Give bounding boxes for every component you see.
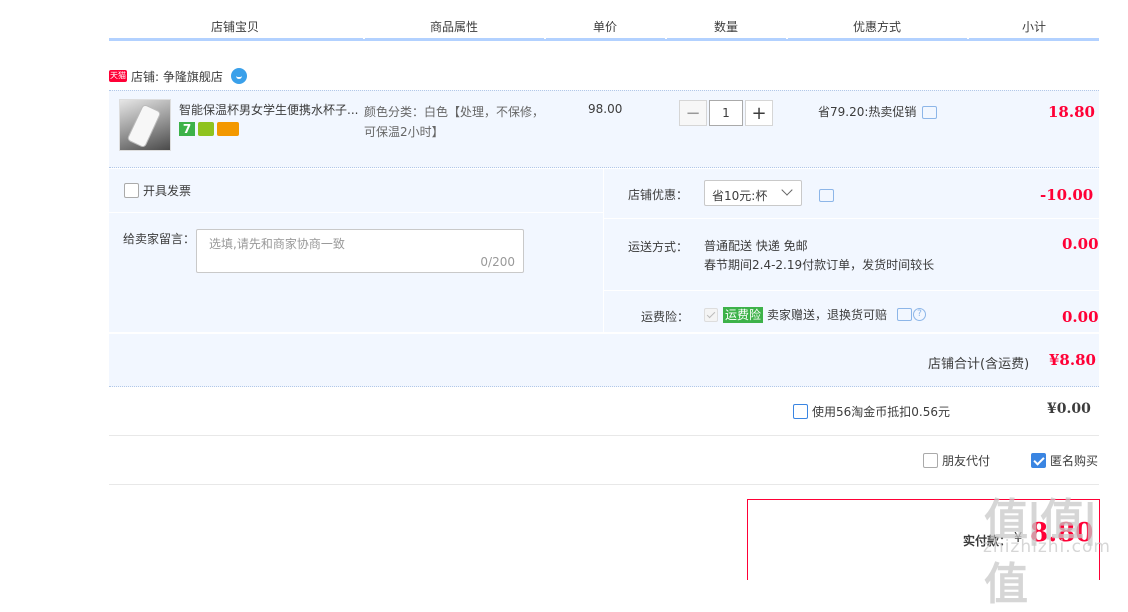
promo-info: 省79.20:热卖促销 [818,103,938,120]
divider [604,290,1099,291]
coin-label: 使用56淘金币抵扣0.56元 [812,405,950,419]
quantity-input[interactable]: 1 [709,100,743,126]
shipping-method: 普通配送 快递 免邮 [704,239,808,253]
coin-value: ¥0.00 [1047,401,1091,417]
divider [109,435,1099,436]
shipping-fee: 0.00 [1062,235,1099,253]
chevron-down-icon [781,184,793,196]
message-icon[interactable] [897,308,913,321]
message-icon[interactable] [922,106,938,119]
shop-discount-amount: -10.00 [1040,186,1094,204]
shipping-label: 运送方式： [628,240,689,254]
header-col-item: 店铺宝贝 [211,20,260,34]
shipping-note: 春节期间2.4-2.19付款订单，发货时间较长 [704,258,935,272]
insurance-option: 运费险 卖家赠送，退换货可赔 ? [704,306,927,323]
anonymous-option[interactable]: 匿名购买 [1031,452,1098,469]
qty-plus-button[interactable]: + [745,100,773,126]
divider [109,212,603,213]
help-icon[interactable]: ? [913,308,927,321]
header-col-attr: 商品属性 [430,20,479,34]
shop-discount-select[interactable]: 省10元:杯 [704,180,802,206]
coin-deduction-option[interactable]: 使用56淘金币抵扣0.56元 [793,403,950,420]
message-label: 给卖家留言： [123,232,196,246]
message-textarea[interactable]: 选填,请先和商家协商一致 0/200 [196,229,524,273]
product-title[interactable]: 智能保温杯男女学生便携水杯子... [179,101,359,118]
header-col-price: 单价 [593,20,618,34]
divider [109,484,1099,485]
insurance-label: 运费险： [641,310,690,324]
header-separator [363,36,365,39]
header-separator [967,36,969,39]
product-attributes: 颜色分类：白色【处理，不保修， 可保温2小时】 [364,102,544,142]
product-badges: 7 [179,121,242,137]
insurance-text: 卖家赠送，退换货可赔 [767,308,888,322]
attr-line: 颜色分类：白色【处理，不保修， [364,105,545,119]
header-separator [665,36,667,39]
qty-minus-button[interactable]: − [679,100,707,126]
attr-line: 可保温2小时】 [364,125,444,139]
shop-total-value: ¥8.80 [1049,351,1096,369]
shop-name[interactable]: 店铺: 争隆旗舰店 [131,68,223,85]
coin-checkbox[interactable] [793,404,808,419]
bottle-image [126,103,162,149]
anonymous-checkbox[interactable] [1031,453,1046,468]
promo-text: 省79.20:热卖促销 [818,105,917,119]
item-subtotal: 18.80 [1048,103,1095,121]
product-thumbnail[interactable] [119,99,171,151]
insurance-fee: 0.00 [1062,308,1099,326]
invoice-checkbox[interactable] [124,183,139,198]
check-icon [706,309,716,318]
friend-pay-option[interactable]: 朋友代付 [923,452,990,469]
insurance-checkbox [704,307,718,322]
shop-discount-label: 店铺优惠： [628,188,689,202]
header-col-promo: 优惠方式 [853,20,902,34]
invoice-label: 开具发票 [143,184,192,198]
message-placeholder: 选填,请先和商家协商一致 [209,237,345,251]
shop-total-label: 店铺合计(含运费) [928,357,1030,372]
header-col-subtotal: 小计 [1022,20,1047,34]
shop-row: 天猫 店铺: 争隆旗舰店 [109,66,247,86]
header-separator [544,36,546,39]
tmall-badge-icon: 天猫 [109,70,127,82]
anonymous-label: 匿名购买 [1050,454,1099,468]
wangwang-chat-icon[interactable] [230,68,247,84]
credit-card-icon[interactable] [217,122,239,136]
message-counter: 0/200 [480,255,515,269]
invoice-option[interactable]: 开具发票 [124,182,191,199]
watermark-site: zhizhizhi.com [983,537,1111,557]
friend-pay-label: 朋友代付 [942,454,991,468]
unit-price: 98.00 [588,102,623,116]
seven-day-return-icon[interactable]: 7 [179,122,195,136]
shipping-info: 普通配送 快递 免邮 春节期间2.4-2.19付款订单，发货时间较长 [704,237,934,275]
insurance-badge: 运费险 [723,306,764,323]
divider [604,218,1099,219]
header-separator [786,36,788,39]
header-col-qty: 数量 [714,20,739,34]
shop-discount-value: 省10元:杯 [712,189,768,203]
message-icon[interactable] [819,189,834,202]
quantity-stepper: − 1 + [679,100,773,126]
guarantee-icon[interactable] [198,122,214,136]
friend-pay-checkbox[interactable] [923,453,938,468]
cart-header: 店铺宝贝 商品属性 单价 数量 优惠方式 小计 [109,12,1099,41]
